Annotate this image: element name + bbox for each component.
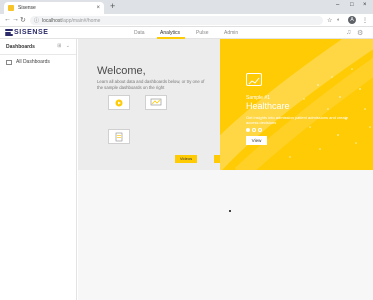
tutorials-card[interactable]: [141, 95, 171, 117]
videos-button[interactable]: Videos: [175, 155, 197, 163]
carousel-dot-1[interactable]: [246, 128, 250, 132]
minimize-icon[interactable]: –: [336, 2, 339, 8]
tab-data[interactable]: Data: [134, 30, 145, 36]
carousel-dot-2[interactable]: [252, 128, 256, 132]
welcome-panel: Welcome, Learn all about data and dashbo…: [78, 39, 248, 198]
mouse-cursor: [229, 210, 231, 212]
sample-background-pattern: [220, 39, 373, 170]
chevron-down-icon[interactable]: ⌄: [66, 43, 70, 49]
profile-avatar[interactable]: A: [348, 16, 356, 24]
dashboards-sidebar: Dashboards ⊞ ⌄ All Dashboards: [0, 39, 77, 300]
extension-icon[interactable]: ◐: [337, 17, 340, 23]
app-header: SISENSE Data Analytics Pulse Admin ♫ ⚙: [0, 27, 373, 39]
sidebar-actions: ⊞ ⌄: [57, 43, 70, 49]
dashboard-content-area: [78, 170, 373, 300]
sidebar-item-all-dashboards[interactable]: All Dashboards: [0, 55, 76, 69]
welcome-description: Learn all about data and dashboards belo…: [97, 79, 205, 90]
window-close-icon[interactable]: ×: [363, 2, 367, 8]
sample-title: Healthcare: [246, 101, 290, 111]
sample-description: Get insights into admission patient admi…: [246, 115, 349, 125]
address-bar-row: ← → ↻ ⓘ localhost/app/main#/home ☆ ◐ A ⋮: [0, 14, 373, 27]
sample-dashboard-panel: Sample #1 Healthcare Get insights into a…: [220, 39, 373, 170]
browser-tab-bar: Sisense × + – □ ×: [0, 0, 373, 14]
sidebar-item-label: All Dashboards: [16, 59, 50, 65]
tab-pulse[interactable]: Pulse: [196, 30, 209, 36]
tab-admin[interactable]: Admin: [224, 30, 238, 36]
reload-icon[interactable]: ↻: [20, 16, 26, 24]
welcome-title: Welcome,: [97, 65, 146, 77]
carousel-dots: [246, 128, 264, 132]
url-host: localhost: [42, 17, 62, 24]
sisense-logo-icon: [5, 29, 13, 36]
documentation-icon: [108, 129, 130, 144]
back-arrow-icon[interactable]: ←: [4, 16, 11, 23]
notifications-icon[interactable]: ♫: [346, 29, 351, 36]
sisense-favicon-icon: [8, 5, 14, 11]
view-sample-button[interactable]: View: [246, 136, 267, 145]
close-tab-icon[interactable]: ×: [96, 5, 100, 11]
sidebar-header: Dashboards ⊞ ⌄: [0, 39, 76, 55]
new-folder-icon[interactable]: ⊞: [57, 43, 61, 49]
folder-icon: [6, 59, 12, 65]
browser-tab[interactable]: Sisense ×: [4, 2, 104, 14]
bookmark-star-icon[interactable]: ☆: [327, 17, 332, 24]
user-settings-icon[interactable]: ⚙: [357, 29, 363, 37]
url-text: localhost/app/main#/home: [42, 18, 100, 24]
browser-tab-title: Sisense: [18, 5, 36, 11]
videos-icon: [108, 95, 130, 110]
url-field[interactable]: ⓘ localhost/app/main#/home: [30, 16, 323, 25]
carousel-dot-3[interactable]: [258, 128, 262, 132]
chart-monitor-icon: [246, 73, 262, 86]
forward-arrow-icon[interactable]: →: [12, 16, 19, 23]
sidebar-title: Dashboards: [6, 43, 35, 50]
logo-text: SISENSE: [14, 29, 49, 36]
tab-analytics[interactable]: Analytics: [160, 30, 180, 36]
new-tab-button[interactable]: +: [110, 1, 115, 11]
tutorials-icon: [145, 95, 167, 110]
url-path: /app/main#/home: [61, 17, 101, 24]
browser-menu-icon[interactable]: ⋮: [362, 17, 368, 24]
maximize-icon[interactable]: □: [350, 2, 354, 8]
sisense-logo[interactable]: SISENSE: [5, 29, 49, 36]
site-info-icon[interactable]: ⓘ: [34, 17, 39, 24]
videos-card[interactable]: [104, 95, 134, 117]
documentation-card[interactable]: [104, 129, 134, 151]
